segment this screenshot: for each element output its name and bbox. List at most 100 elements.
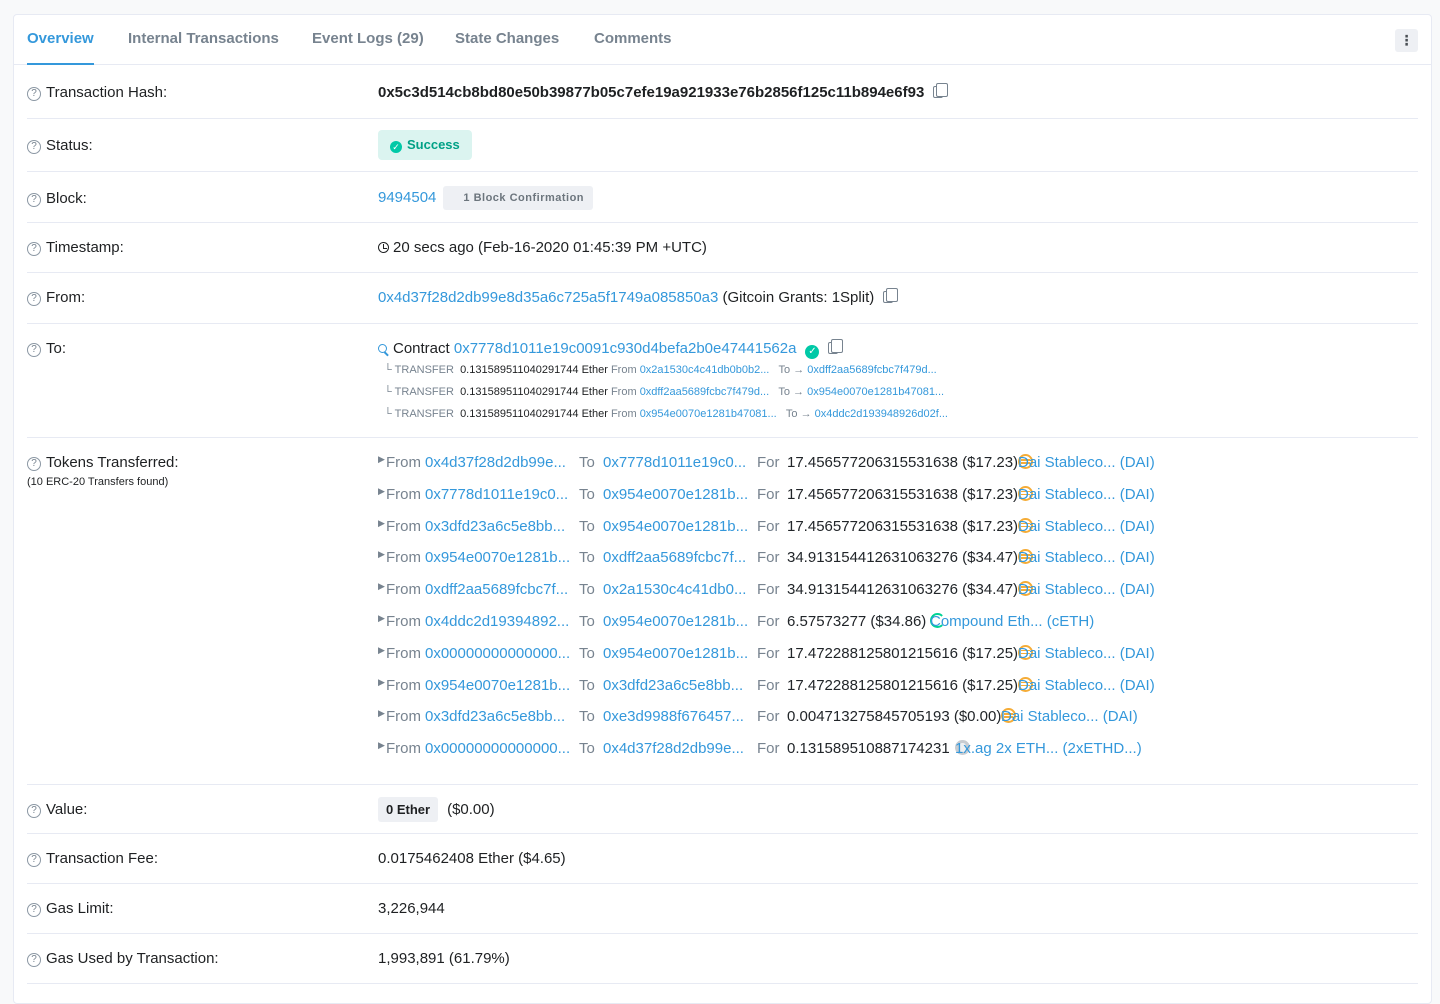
token-from-link[interactable]: 0x954e0070e1281b... — [425, 549, 570, 566]
tab-internal-transactions[interactable]: Internal Transactions — [128, 15, 279, 65]
from-address-link[interactable]: 0x4d37f28d2db99e8d35a6c725a5f1749a085850… — [378, 289, 718, 306]
label-transaction-hash: ? Transaction Hash: — [27, 84, 167, 101]
token-to-link[interactable]: 0x954e0070e1281b... — [603, 613, 748, 630]
token-amount: 34.913154412631063276 ($34.47) — [787, 549, 1019, 567]
token-to-link[interactable]: 0xe3d9988f676457... — [603, 708, 744, 725]
expand-caret-icon[interactable]: ▶ — [378, 613, 385, 624]
expand-caret-icon[interactable]: ▶ — [378, 518, 385, 529]
label-timestamp: ? Timestamp: — [27, 239, 124, 256]
from-label: From — [386, 517, 421, 535]
copy-icon[interactable] — [828, 339, 844, 354]
expand-caret-icon[interactable]: ▶ — [378, 454, 385, 465]
row-tokens-transferred: ? Tokens Transferred: (10 ERC-20 Transfer… — [27, 438, 1418, 785]
from-label: From — [386, 485, 421, 503]
expand-caret-icon[interactable]: ▶ — [378, 581, 385, 592]
help-icon[interactable]: ? — [27, 804, 41, 818]
token-amount: 6.57573277 ($34.86) — [787, 613, 927, 630]
token-to-link[interactable]: 0x954e0070e1281b... — [603, 645, 748, 662]
expand-caret-icon[interactable]: ▶ — [378, 549, 385, 560]
expand-caret-icon[interactable]: ▶ — [378, 677, 385, 688]
trace-to-link[interactable]: 0x954e0070e1281b47081... — [807, 386, 944, 398]
tab-event-logs[interactable]: Event Logs (29) — [312, 15, 424, 65]
value-usd: ($0.00) — [447, 801, 495, 818]
help-icon[interactable]: ? — [27, 87, 41, 101]
trace-from-link[interactable]: 0x2a1530c4c41db0b0b2... — [640, 364, 770, 376]
token-amount: 17.472288125801215616 ($17.25) — [787, 676, 1019, 694]
help-icon[interactable]: ? — [27, 242, 41, 256]
tab-state-changes[interactable]: State Changes — [455, 15, 559, 65]
expand-caret-icon[interactable]: ▶ — [378, 740, 385, 751]
internal-transfer-row: └ TRANSFER 0.131589511040291744 Ether Fr… — [384, 386, 945, 398]
block-value: 9494504 1 Block Confirmation — [378, 186, 594, 210]
from-label: From — [386, 644, 421, 662]
transaction-fee-value: 0.0175462408 Ether ($4.65) — [378, 850, 566, 867]
timestamp-value: 20 secs ago (Feb-16-2020 01:45:39 PM +UT… — [378, 239, 707, 256]
to-label: To — [579, 581, 595, 599]
contract-search-icon — [378, 344, 387, 353]
block-confirmation-badge: 1 Block Confirmation — [443, 186, 594, 210]
token-amount: 0.131589510887174231 — [787, 740, 950, 758]
trace-from-link[interactable]: 0xdff2aa5689fcbc7f479d... — [640, 386, 769, 398]
more-options-icon[interactable]: ⋮ — [1395, 29, 1418, 52]
to-label: To — [579, 549, 595, 567]
status-value: ✓ Success — [378, 130, 472, 160]
help-icon[interactable]: ? — [27, 292, 41, 306]
token-from-link[interactable]: 0x7778d1011e19c0... — [425, 486, 568, 503]
row-timestamp: ? Timestamp: 20 secs ago (Feb-16-2020 01:… — [27, 223, 1418, 273]
tab-comments[interactable]: Comments — [594, 15, 672, 65]
token-to-link[interactable]: 0x2a1530c4c41db0... — [603, 581, 746, 598]
token-from-link[interactable]: 0x4ddc2d19394892... — [425, 613, 569, 630]
token-from-link[interactable]: 0x3dfd23a6c5e8bb... — [425, 708, 565, 725]
token-to-link[interactable]: 0x954e0070e1281b... — [603, 518, 748, 535]
for-label: For — [757, 676, 780, 694]
transaction-details-card: Overview Internal Transactions Event Log… — [13, 14, 1432, 1004]
expand-caret-icon[interactable]: ▶ — [378, 645, 385, 656]
help-icon[interactable]: ? — [27, 903, 41, 917]
token-to-link[interactable]: 0x3dfd23a6c5e8bb... — [603, 677, 743, 694]
help-icon[interactable]: ? — [27, 140, 41, 154]
label-gas-used: ? Gas Used by Transaction: — [27, 950, 219, 967]
block-number-link[interactable]: 9494504 — [378, 189, 436, 206]
for-label: For — [757, 708, 780, 726]
expand-caret-icon[interactable]: ▶ — [378, 708, 385, 719]
help-icon[interactable]: ? — [27, 457, 41, 471]
row-transaction-hash: ? Transaction Hash: 0x5c3d514cb8bd80e50b3… — [27, 66, 1418, 119]
from-name: (Gitcoin Grants: 1Split) — [722, 289, 875, 306]
token-from-link[interactable]: 0x4d37f28d2db99e... — [425, 454, 566, 471]
help-icon[interactable]: ? — [27, 953, 41, 967]
token-from-link[interactable]: 0xdff2aa5689fcbc7f... — [425, 581, 568, 598]
for-label: For — [757, 740, 780, 758]
transaction-hash-value: 0x5c3d514cb8bd80e50b39877b05c7efe19a9219… — [378, 83, 949, 101]
trace-to-link[interactable]: 0x4ddc2d193948926d02f... — [815, 408, 948, 420]
token-amount: 17.456577206315531638 ($17.23) — [787, 517, 1019, 535]
to-label: To — [579, 613, 595, 630]
token-from-link[interactable]: 0x00000000000000... — [425, 740, 570, 757]
help-icon[interactable]: ? — [27, 853, 41, 867]
status-badge: ✓ Success — [378, 130, 472, 160]
for-label: For — [757, 613, 780, 630]
token-from-link[interactable]: 0x3dfd23a6c5e8bb... — [425, 518, 565, 535]
copy-icon[interactable] — [883, 288, 899, 303]
to-contract-link[interactable]: 0x7778d1011e19c0091c930d4befa2b0e4744156… — [454, 340, 797, 357]
row-status: ? Status: ✓ Success — [27, 119, 1418, 172]
copy-icon[interactable] — [933, 83, 949, 98]
gas-limit-value: 3,226,944 — [378, 900, 445, 917]
to-label: To — [579, 517, 595, 535]
row-value: ? Value: 0 Ether ($0.00) — [27, 785, 1418, 834]
trace-to-link[interactable]: 0xdff2aa5689fcbc7f479d... — [807, 364, 936, 376]
token-to-link[interactable]: 0x7778d1011e19c0... — [603, 454, 746, 471]
trace-from-link[interactable]: 0x954e0070e1281b47081... — [640, 408, 777, 420]
token-to-link[interactable]: 0x4d37f28d2db99e... — [603, 740, 744, 757]
token-from-link[interactable]: 0x954e0070e1281b... — [425, 677, 570, 694]
token-to-link[interactable]: 0xdff2aa5689fcbc7f... — [603, 549, 746, 566]
token-from-link[interactable]: 0x00000000000000... — [425, 645, 570, 662]
check-circle-icon: ✓ — [390, 141, 402, 153]
tab-overview[interactable]: Overview — [27, 15, 94, 65]
from-label: From — [386, 454, 421, 471]
help-icon[interactable]: ? — [27, 343, 41, 357]
help-icon[interactable]: ? — [27, 193, 41, 207]
expand-caret-icon[interactable]: ▶ — [378, 486, 385, 497]
for-label: For — [757, 644, 780, 662]
token-to-link[interactable]: 0x954e0070e1281b... — [603, 486, 748, 503]
row-to: ? To: Contract 0x7778d1011e19c0091c930d4b… — [27, 324, 1418, 438]
